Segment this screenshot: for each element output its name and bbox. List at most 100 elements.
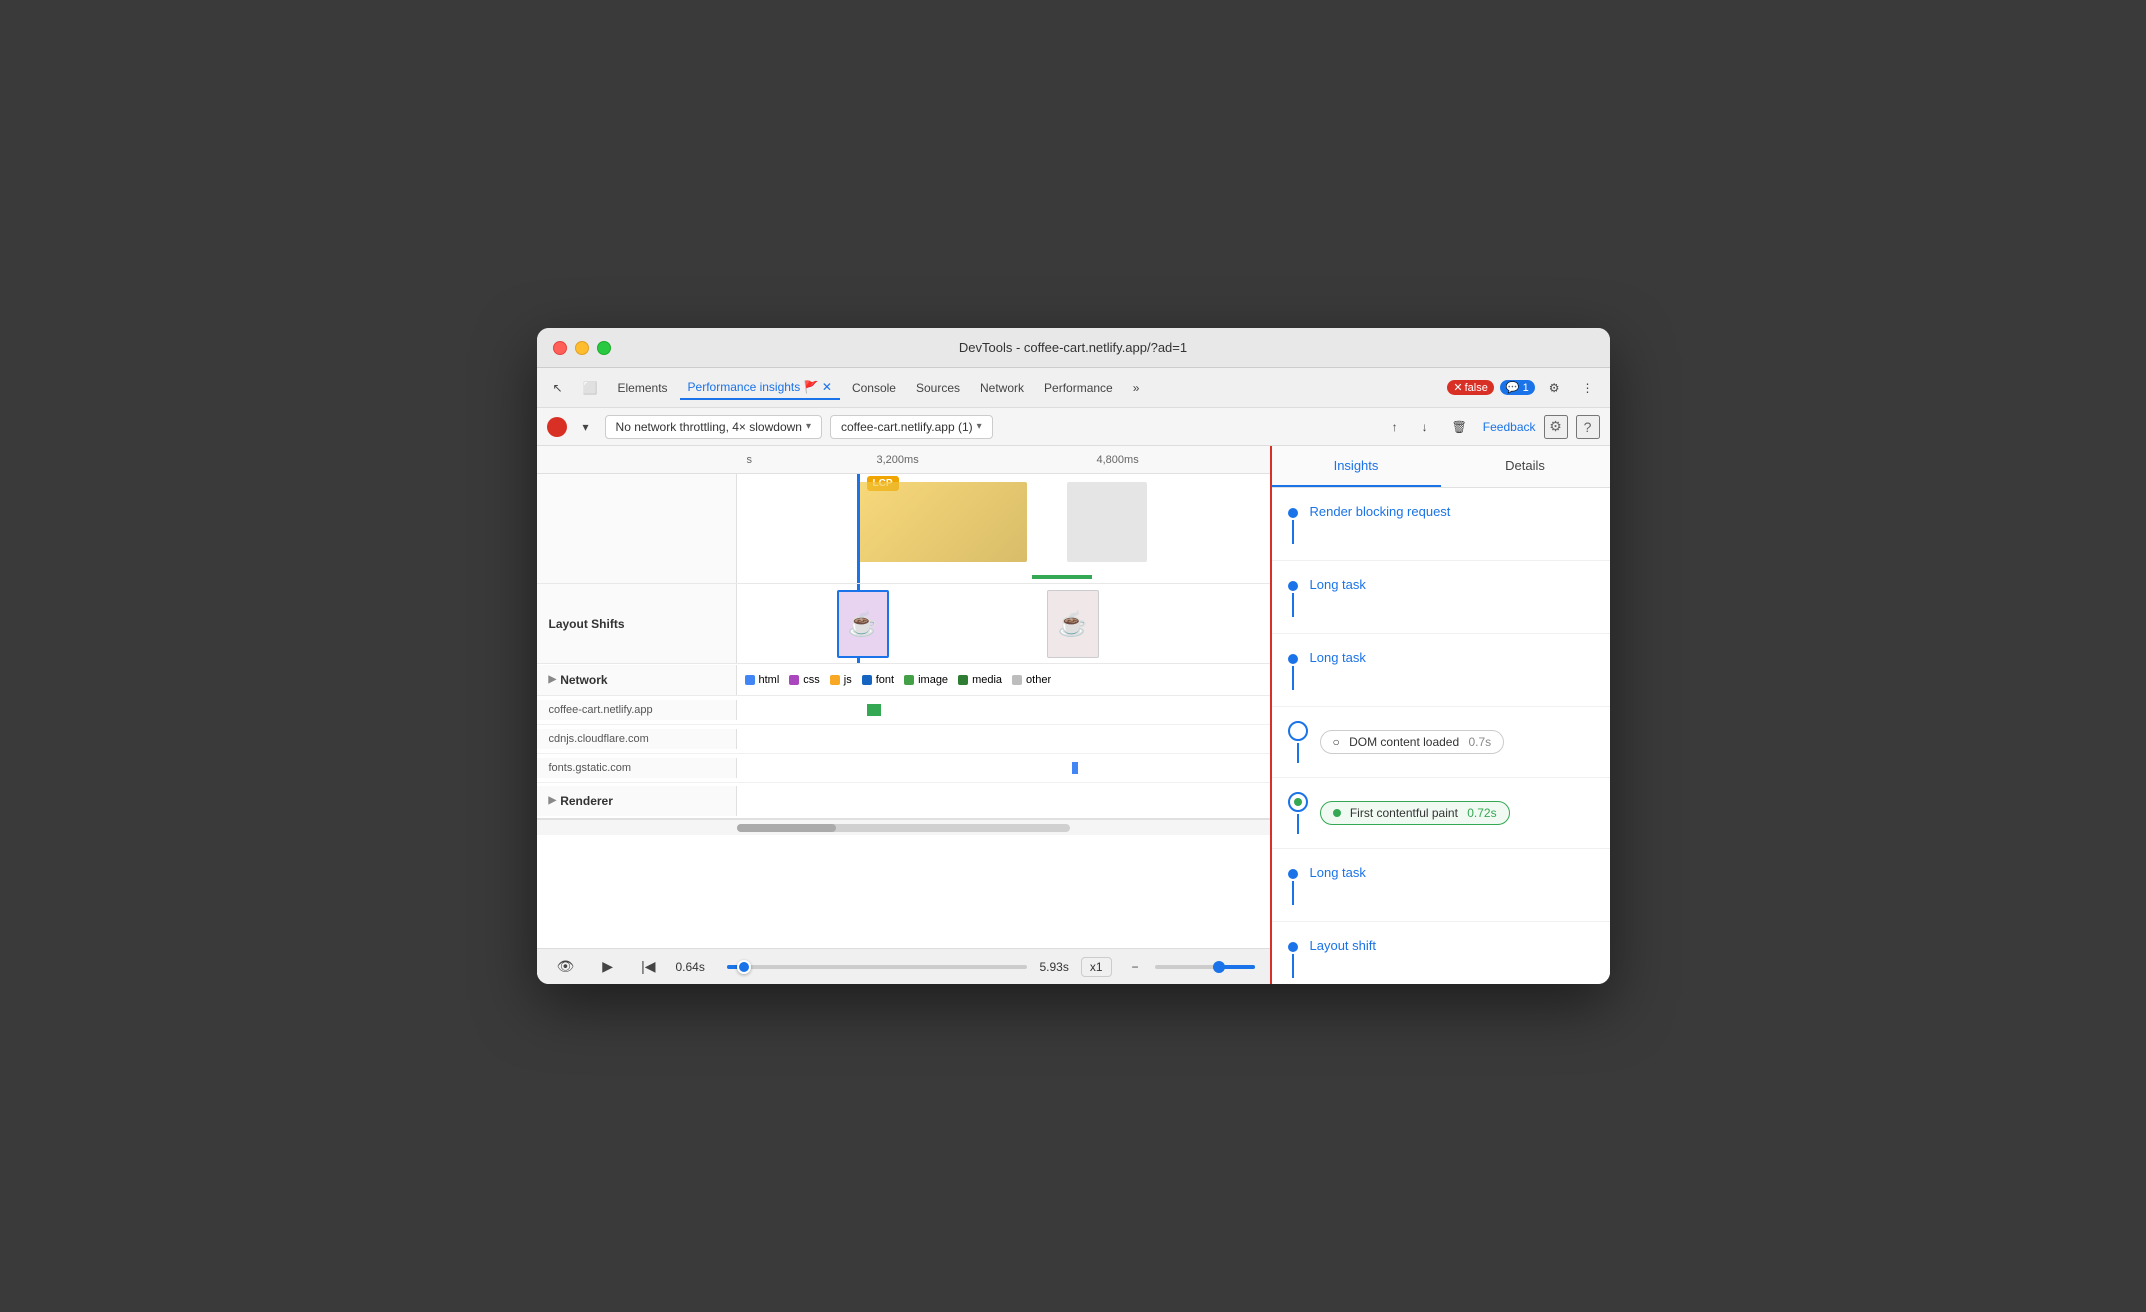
css-dot <box>789 675 799 685</box>
renderer-collapse-arrow[interactable]: ▶ <box>549 795 557 806</box>
zoom-thumb[interactable] <box>1213 961 1225 973</box>
play-button[interactable]: ▶ <box>594 954 621 979</box>
record-button[interactable] <box>547 417 567 437</box>
html-dot <box>745 675 755 685</box>
legend-image: image <box>904 674 948 686</box>
dropdown-arrow-record[interactable]: ▾ <box>575 416 597 438</box>
other-dot <box>1012 675 1022 685</box>
speed-indicator: x1 <box>1081 957 1112 977</box>
bottom-bar: 👁 ▶ |◀ 0.64s 5.93s x1 − + <box>537 948 1270 984</box>
screenshot-1[interactable]: ☕ <box>837 590 889 658</box>
network-header-row: ▶ Network html css <box>537 664 1270 696</box>
layout-shifts-label: Layout Shifts <box>537 584 737 663</box>
dom-content-label: ○ DOM content loaded 0.7s <box>1320 730 1594 754</box>
current-time: 0.64s <box>675 960 715 974</box>
settings-icon-button[interactable]: ⚙ <box>1544 415 1568 439</box>
media-dot <box>958 675 968 685</box>
tab-sources[interactable]: Sources <box>908 377 968 399</box>
lcp-row-content <box>737 474 1270 583</box>
controls-bar: ▾ No network throttling, 4× slowdown ▾ c… <box>537 408 1610 446</box>
more-options-button[interactable]: ⋮ <box>1574 377 1602 399</box>
dot-long-task-2 <box>1288 654 1298 664</box>
fcp-label: First contentful paint 0.72s <box>1320 801 1594 825</box>
domain-label-2: cdnjs.cloudflare.com <box>537 729 737 749</box>
devtools-window: DevTools - coffee-cart.netlify.app/?ad=1… <box>537 328 1610 984</box>
network-legend-content: html css js <box>737 670 1270 690</box>
dom-content-pill: ○ DOM content loaded 0.7s <box>1320 730 1505 754</box>
tab-details[interactable]: Details <box>1441 446 1610 487</box>
lcp-block <box>857 482 1027 562</box>
cursor-tool[interactable]: ↖ <box>545 377 571 399</box>
network-bar-green-1 <box>867 704 881 716</box>
link-long-task-2[interactable]: Long task <box>1310 650 1366 665</box>
network-collapse-arrow[interactable]: ▶ <box>549 674 557 685</box>
insight-item-layout-shift-1: Layout shift <box>1272 922 1610 984</box>
inspect-tool[interactable]: ⬜ <box>575 377 606 399</box>
image-dot <box>904 675 914 685</box>
network-label: ▶ Network <box>537 665 737 695</box>
more-tabs[interactable]: » <box>1125 377 1148 399</box>
zoom-slider[interactable] <box>1155 965 1255 969</box>
domain-content-1 <box>737 696 1270 724</box>
download-button[interactable]: ↓ <box>1414 416 1436 438</box>
milestone-fcp: First contentful paint 0.72s <box>1272 778 1610 849</box>
tab-bar: ↖ ⬜ Elements Performance insights 🚩 ✕ Co… <box>537 368 1610 408</box>
tab-performance-insights[interactable]: Performance insights 🚩 ✕ <box>680 376 840 400</box>
delete-button[interactable]: 🗑 <box>1444 416 1475 438</box>
screenshot-2[interactable]: ☕ <box>1047 590 1099 658</box>
throttling-arrow: ▾ <box>806 421 811 432</box>
eye-button[interactable]: 👁 <box>549 954 583 979</box>
site-dropdown[interactable]: coffee-cart.netlify.app (1) ▾ <box>830 415 993 439</box>
dot-layout-shift-1 <box>1288 942 1298 952</box>
network-row-2: cdnjs.cloudflare.com <box>537 725 1270 754</box>
link-layout-shift-1[interactable]: Layout shift <box>1310 938 1377 953</box>
link-long-task-1[interactable]: Long task <box>1310 577 1366 592</box>
lcp-block-gray <box>1067 482 1147 562</box>
legend-js: js <box>830 674 852 686</box>
scrubber-thumb[interactable] <box>737 960 751 974</box>
close-button[interactable] <box>553 341 567 355</box>
lcp-row <box>537 474 1270 584</box>
site-arrow: ▾ <box>977 421 982 432</box>
tab-elements[interactable]: Elements <box>610 377 676 399</box>
maximize-button[interactable] <box>597 341 611 355</box>
link-long-task-3[interactable]: Long task <box>1310 865 1366 880</box>
zoom-out-button[interactable]: − <box>1124 956 1147 978</box>
zoom-in-button[interactable]: + <box>1263 956 1270 978</box>
total-time: 5.93s <box>1039 960 1068 974</box>
timeline-panel: s 3,200ms LCP 4,800ms <box>537 446 1270 984</box>
timeline-blue-line <box>857 474 860 583</box>
legend-media: media <box>958 674 1002 686</box>
legend-other: other <box>1012 674 1051 686</box>
legend-font: font <box>862 674 894 686</box>
tab-console[interactable]: Console <box>844 377 904 399</box>
insight-item-long-task-1: Long task <box>1272 561 1610 634</box>
timeline-scrubber[interactable] <box>727 965 1027 969</box>
link-render-blocking[interactable]: Render blocking request <box>1310 504 1451 519</box>
network-legend: html css js <box>737 670 1270 690</box>
upload-button[interactable]: ↑ <box>1384 416 1406 438</box>
toolbar-right: ✕ false 💬 1 ⚙ ⋮ <box>1447 377 1601 399</box>
time-ruler: s 3,200ms LCP 4,800ms <box>537 446 1270 474</box>
feedback-button[interactable]: Feedback <box>1483 420 1536 434</box>
network-bar-blue-1 <box>1072 762 1078 774</box>
network-row-1: coffee-cart.netlify.app <box>537 696 1270 725</box>
main-content: s 3,200ms LCP 4,800ms <box>537 446 1610 984</box>
minimize-button[interactable] <box>575 341 589 355</box>
throttling-dropdown[interactable]: No network throttling, 4× slowdown ▾ <box>605 415 822 439</box>
help-button[interactable]: ? <box>1576 415 1600 439</box>
tab-performance[interactable]: Performance <box>1036 377 1121 399</box>
circle-inner-dom <box>1294 727 1302 735</box>
skip-back-button[interactable]: |◀ <box>633 954 663 979</box>
layout-shifts-content: ☕ ☕ <box>737 584 1270 663</box>
green-bar <box>1032 575 1092 579</box>
dot-long-task-3 <box>1288 869 1298 879</box>
tab-network[interactable]: Network <box>972 377 1032 399</box>
insights-panel: Insights Details Render blocking request <box>1270 446 1610 984</box>
error-badge: ✕ false <box>1447 380 1493 395</box>
settings-button[interactable]: ⚙ <box>1541 377 1568 399</box>
network-row-3: fonts.gstatic.com <box>537 754 1270 783</box>
renderer-label: ▶ Renderer <box>537 786 737 816</box>
milestone-dom-content: ○ DOM content loaded 0.7s <box>1272 707 1610 778</box>
tab-insights[interactable]: Insights <box>1272 446 1441 487</box>
